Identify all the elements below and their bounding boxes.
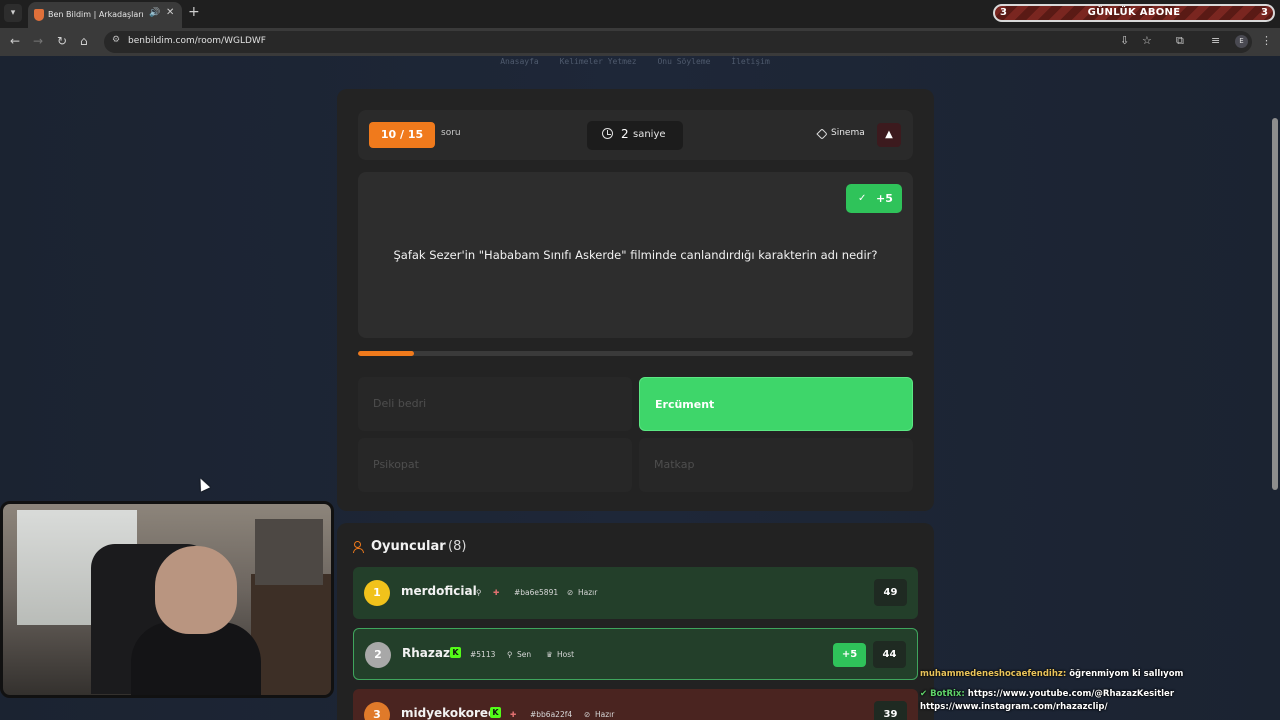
- speaker-icon[interactable]: 🔊: [149, 8, 160, 18]
- users-icon: [353, 541, 367, 553]
- site-nav: Anasayfa Kelimeler Yetmez Onu Söyleme İl…: [0, 57, 1270, 66]
- chat-text: https://www.youtube.com/@RhazazKesitler: [967, 689, 1175, 699]
- install-app-icon[interactable]: ⇩: [1120, 34, 1129, 47]
- tab-search-icon[interactable]: ▾: [4, 4, 22, 22]
- media-controls-icon[interactable]: ≡: [1211, 34, 1220, 47]
- report-warning-button[interactable]: ▲: [877, 123, 901, 147]
- scrollbar[interactable]: [1272, 118, 1278, 490]
- bot-icon: ✔: [920, 689, 928, 699]
- crown-icon: ♛: [546, 650, 553, 659]
- rank-badge: 1: [364, 580, 390, 606]
- answer-option-1[interactable]: Deli bedri: [358, 377, 632, 431]
- player-score: 49: [874, 579, 907, 606]
- back-icon[interactable]: ←: [10, 34, 20, 48]
- clock-icon: [602, 128, 613, 139]
- question-text: Şafak Sezer'in "Hababam Sınıfı Askerde" …: [393, 248, 878, 262]
- bookmark-star-icon[interactable]: ☆: [1142, 34, 1152, 47]
- player-score: 44: [873, 641, 906, 668]
- quiz-card: 10 / 15 soru 2 saniye Sinema ▲ ✓ +5 Şafa…: [337, 89, 934, 511]
- kick-icon: K: [490, 707, 501, 718]
- chat-message-continued: https://www.instagram.com/rhazazclip/: [920, 702, 1108, 712]
- check-icon: ✓: [858, 193, 867, 204]
- player-score: 39: [874, 701, 907, 720]
- chat-username: BotRix:: [930, 689, 965, 699]
- user-icon: ⚲: [507, 650, 513, 659]
- url-text[interactable]: benbildim.com/room/WGLDWF: [128, 36, 266, 46]
- chat-text: https://www.instagram.com/rhazazclip/: [920, 702, 1108, 712]
- tab-strip: ▾ Ben Bildim | Arkadaşlarınla Bilgi 🔊 ✕ …: [0, 0, 1280, 28]
- address-bar[interactable]: ⚙ benbildim.com/room/WGLDWF: [104, 31, 1252, 53]
- player-row: 3 midyekokorec K ✚ #bb6a22f4 ⊘ Hazır 39: [353, 689, 918, 720]
- address-toolbar: ← → ↻ ⌂ ⚙ benbildim.com/room/WGLDWF ⇩ ☆ …: [0, 28, 1280, 56]
- points-gained-badge: +5: [833, 643, 866, 667]
- timer-unit: saniye: [633, 129, 666, 140]
- webcam-overlay: [0, 501, 334, 698]
- reload-icon[interactable]: ↻: [57, 34, 67, 48]
- player-id: #bb6a22f4: [530, 710, 573, 719]
- ready-check-icon: ⊘: [584, 710, 591, 719]
- site-info-icon[interactable]: ⚙: [112, 35, 120, 45]
- rank-badge: 3: [364, 702, 390, 720]
- chat-message: muhammedeneshocaefendihz: öğrenmiyom ki …: [920, 669, 1183, 679]
- player-name: Rhazaz: [402, 646, 450, 660]
- host-label: Host: [557, 650, 575, 659]
- tag-icon: [816, 128, 828, 140]
- ready-status: Hazır: [595, 710, 615, 719]
- chat-message: ✔ BotRix: https://www.youtube.com/@Rhaza…: [920, 689, 1174, 699]
- menu-icon[interactable]: ⋮: [1261, 34, 1272, 47]
- ready-check-icon: ⊘: [567, 588, 574, 597]
- favicon-icon: [34, 9, 44, 21]
- player-name: midyekokorec: [401, 706, 496, 720]
- answer-option-4[interactable]: Matkap: [639, 438, 913, 492]
- subscriber-goal-banner: 3 GÜNLÜK ABONE 3: [993, 4, 1275, 22]
- subscriber-goal-label: GÜNLÜK ABONE: [1087, 7, 1181, 18]
- add-friend-icon[interactable]: ✚: [510, 710, 516, 719]
- nav-link-contact[interactable]: İletişim: [731, 57, 770, 66]
- quiz-status-bar: 10 / 15 soru 2 saniye Sinema ▲: [358, 110, 913, 160]
- category-label: Sinema: [831, 128, 865, 138]
- profile-avatar[interactable]: E: [1235, 35, 1248, 48]
- you-label: Sen: [517, 650, 532, 659]
- nav-link-home[interactable]: Anasayfa: [500, 57, 539, 66]
- nav-link-kelimeler[interactable]: Kelimeler Yetmez: [560, 57, 637, 66]
- webcam-picture-in-picture: [255, 519, 323, 585]
- players-count: (8): [448, 539, 467, 554]
- time-progress-bar: [358, 351, 913, 356]
- subscriber-count-right: 3: [1261, 7, 1268, 18]
- players-panel: Oyuncular (8) 1 merdoficial ⚲ ✚ #ba6e589…: [337, 523, 934, 720]
- chat-username: muhammedeneshocaefendihz:: [920, 669, 1067, 679]
- add-friend-icon[interactable]: ✚: [493, 588, 499, 597]
- time-progress-fill: [358, 351, 414, 356]
- home-icon[interactable]: ⌂: [80, 34, 88, 48]
- extensions-icon[interactable]: ⧉: [1176, 34, 1184, 48]
- webcam-shelf: [251, 574, 331, 695]
- player-row: 1 merdoficial ⚲ ✚ #ba6e5891 ⊘ Hazır 49: [353, 567, 918, 619]
- webcam-streamer-face: [155, 546, 237, 634]
- ready-status: Hazır: [578, 588, 598, 597]
- player-row: 2 Rhazaz K #5113 ⚲ Sen ♛ Host +5 44: [353, 628, 918, 680]
- question-box: ✓ +5 Şafak Sezer'in "Hababam Sınıfı Aske…: [358, 172, 913, 338]
- question-counter: 10 / 15: [369, 122, 435, 148]
- answer-option-2-correct[interactable]: Ercüment: [639, 377, 913, 431]
- kick-icon: K: [450, 647, 461, 658]
- points-badge: ✓ +5: [846, 184, 902, 213]
- answer-option-3[interactable]: Psikopat: [358, 438, 632, 492]
- new-tab-icon[interactable]: +: [188, 4, 200, 20]
- player-id: #ba6e5891: [514, 588, 559, 597]
- player-id: #5113: [470, 650, 496, 659]
- rank-badge: 2: [365, 642, 391, 668]
- question-counter-label: soru: [441, 128, 461, 138]
- players-title: Oyuncular: [371, 539, 446, 554]
- timer: 2 saniye: [587, 121, 683, 150]
- timer-value: 2: [621, 127, 629, 141]
- close-tab-icon[interactable]: ✕: [166, 7, 174, 18]
- nav-link-onu-soyleme[interactable]: Onu Söyleme: [657, 57, 710, 66]
- user-icon: ⚲: [476, 588, 482, 597]
- tab-title: Ben Bildim | Arkadaşlarınla Bilgi: [48, 10, 144, 19]
- chat-text: öğrenmiyom ki sallıyom: [1069, 669, 1184, 679]
- points-value: +5: [876, 192, 893, 205]
- player-name: merdoficial: [401, 584, 477, 598]
- forward-icon[interactable]: →: [33, 34, 43, 48]
- browser-tab[interactable]: Ben Bildim | Arkadaşlarınla Bilgi 🔊 ✕: [28, 2, 182, 28]
